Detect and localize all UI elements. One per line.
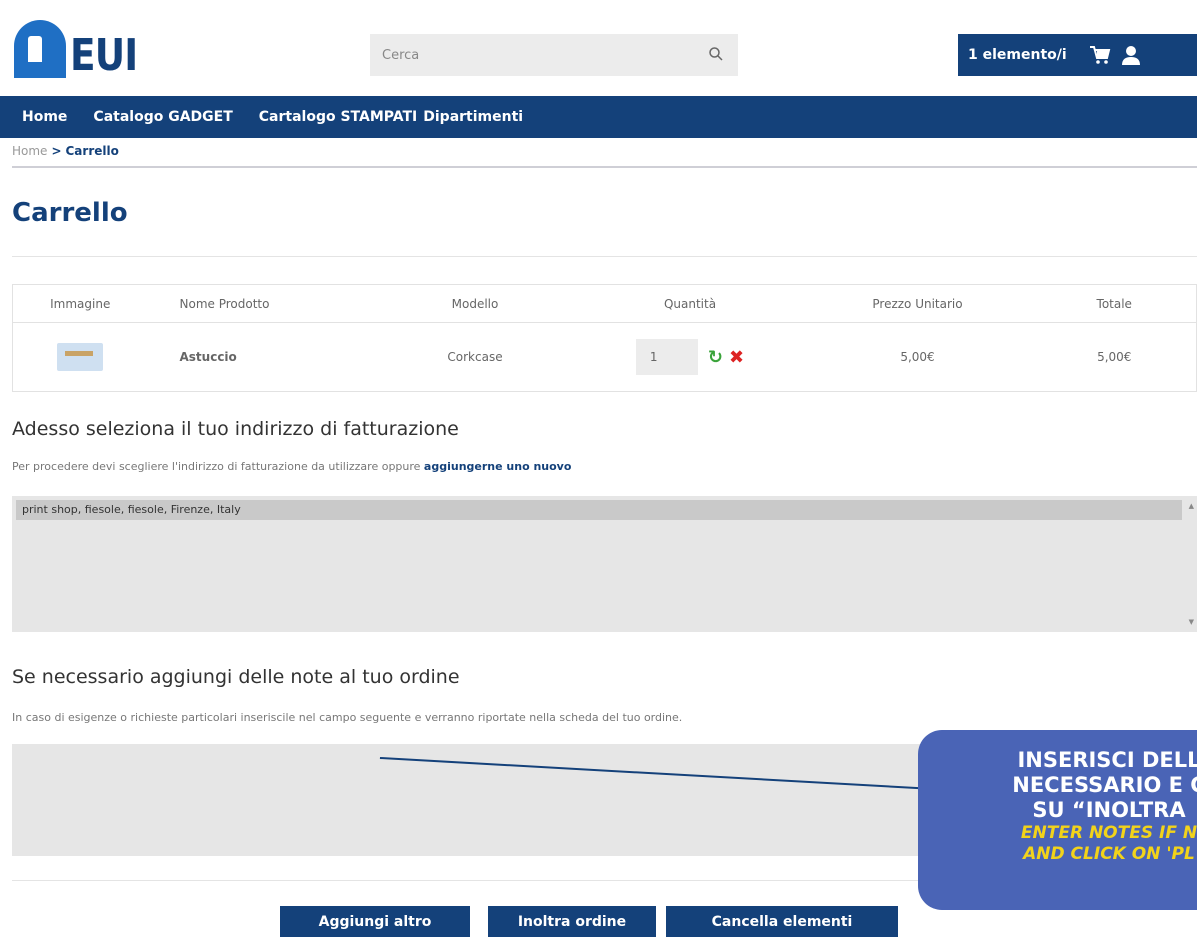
col-header-quantity: Quantità	[577, 284, 803, 323]
address-option-selected[interactable]: print shop, fiesole, fiesole, Firenze, I…	[16, 500, 1182, 520]
quantity-input[interactable]	[635, 339, 698, 375]
add-more-button[interactable]: Aggiungi altro	[280, 906, 470, 937]
col-header-name: Nome Prodotto	[147, 284, 373, 323]
title-divider	[12, 256, 1197, 257]
scroll-up-icon[interactable]: ▲	[1189, 502, 1194, 510]
search-input[interactable]	[370, 34, 690, 76]
table-header-row: Immagine Nome Prodotto Modello Quantità …	[12, 284, 1197, 323]
product-image[interactable]	[57, 343, 104, 371]
billing-address-list[interactable]: print shop, fiesole, fiesole, Firenze, I…	[12, 496, 1197, 632]
col-header-unit-price: Prezzo Unitario	[802, 284, 1033, 323]
breadcrumb-separator-icon: >	[51, 144, 62, 158]
cart-table: Immagine Nome Prodotto Modello Quantità …	[12, 284, 1197, 392]
forward-order-button[interactable]: Inoltra ordine	[488, 906, 656, 937]
notes-section-desc: In caso di esigenze o richieste particol…	[12, 711, 683, 724]
billing-desc-text: Per procedere devi scegliere l'indirizzo…	[12, 460, 424, 473]
refresh-icon[interactable]: ↻	[708, 347, 723, 368]
billing-section-title: Adesso seleziona il tuo indirizzo di fat…	[12, 418, 459, 440]
search-box	[370, 34, 738, 76]
row-total: 5,00€	[1097, 350, 1132, 364]
quantity-cell: ↻ ✖	[578, 339, 803, 375]
remove-icon[interactable]: ✖	[729, 347, 744, 368]
table-row: Astuccio Corkcase ↻ ✖ 5,00€ 5,00€	[13, 323, 1197, 392]
billing-section-desc: Per procedere devi scegliere l'indirizzo…	[12, 460, 571, 473]
nav-item-home[interactable]: Home	[22, 109, 67, 125]
header: EUI 1 elemento/i	[0, 0, 1197, 96]
scroll-down-icon[interactable]: ▼	[1189, 618, 1194, 626]
callout-italian-text: INSERISCI DELL NECESSARIO E C SU “INOLTR…	[1012, 748, 1197, 822]
col-header-total: Totale	[1032, 284, 1197, 323]
cart-summary[interactable]: 1 elemento/i	[958, 34, 1197, 76]
cart-icon[interactable]	[1089, 45, 1111, 65]
notes-section-title: Se necessario aggiungi delle note al tuo…	[12, 666, 460, 688]
page-title: Carrello	[12, 198, 128, 228]
callout-english-text: ENTER NOTES IF N AND CLICK ON 'PL	[1020, 823, 1197, 864]
logo-text: EUI	[70, 30, 138, 81]
breadcrumb-home[interactable]: Home	[12, 144, 47, 158]
search-icon[interactable]	[708, 46, 724, 62]
nav-item-catalogo-gadget[interactable]: Catalogo GADGET	[93, 109, 232, 125]
product-name[interactable]: Astuccio	[148, 323, 373, 392]
breadcrumb-current: Carrello	[65, 144, 119, 158]
breadcrumb: Home > Carrello	[12, 144, 119, 158]
nav-item-catalogo-stampati[interactable]: Cartalogo STAMPATI	[259, 109, 418, 125]
main-nav: Home Catalogo GADGET Cartalogo STAMPATI …	[0, 96, 1197, 138]
breadcrumb-divider	[12, 166, 1197, 168]
nav-item-dipartimenti[interactable]: Dipartimenti	[423, 109, 523, 125]
col-header-image: Immagine	[12, 284, 148, 323]
cart-count[interactable]: 1 elemento/i	[968, 47, 1067, 63]
add-address-link[interactable]: aggiungerne uno nuovo	[424, 460, 571, 473]
logo-arch-icon	[14, 20, 66, 78]
product-model: Corkcase	[447, 350, 503, 364]
instruction-callout: INSERISCI DELL NECESSARIO E C SU “INOLTR…	[918, 730, 1197, 910]
logo[interactable]: EUI	[14, 18, 149, 78]
clear-items-button[interactable]: Cancella elementi	[666, 906, 898, 937]
col-header-model: Modello	[372, 284, 578, 323]
unit-price: 5,00€	[900, 350, 935, 364]
user-icon[interactable]	[1121, 45, 1141, 65]
